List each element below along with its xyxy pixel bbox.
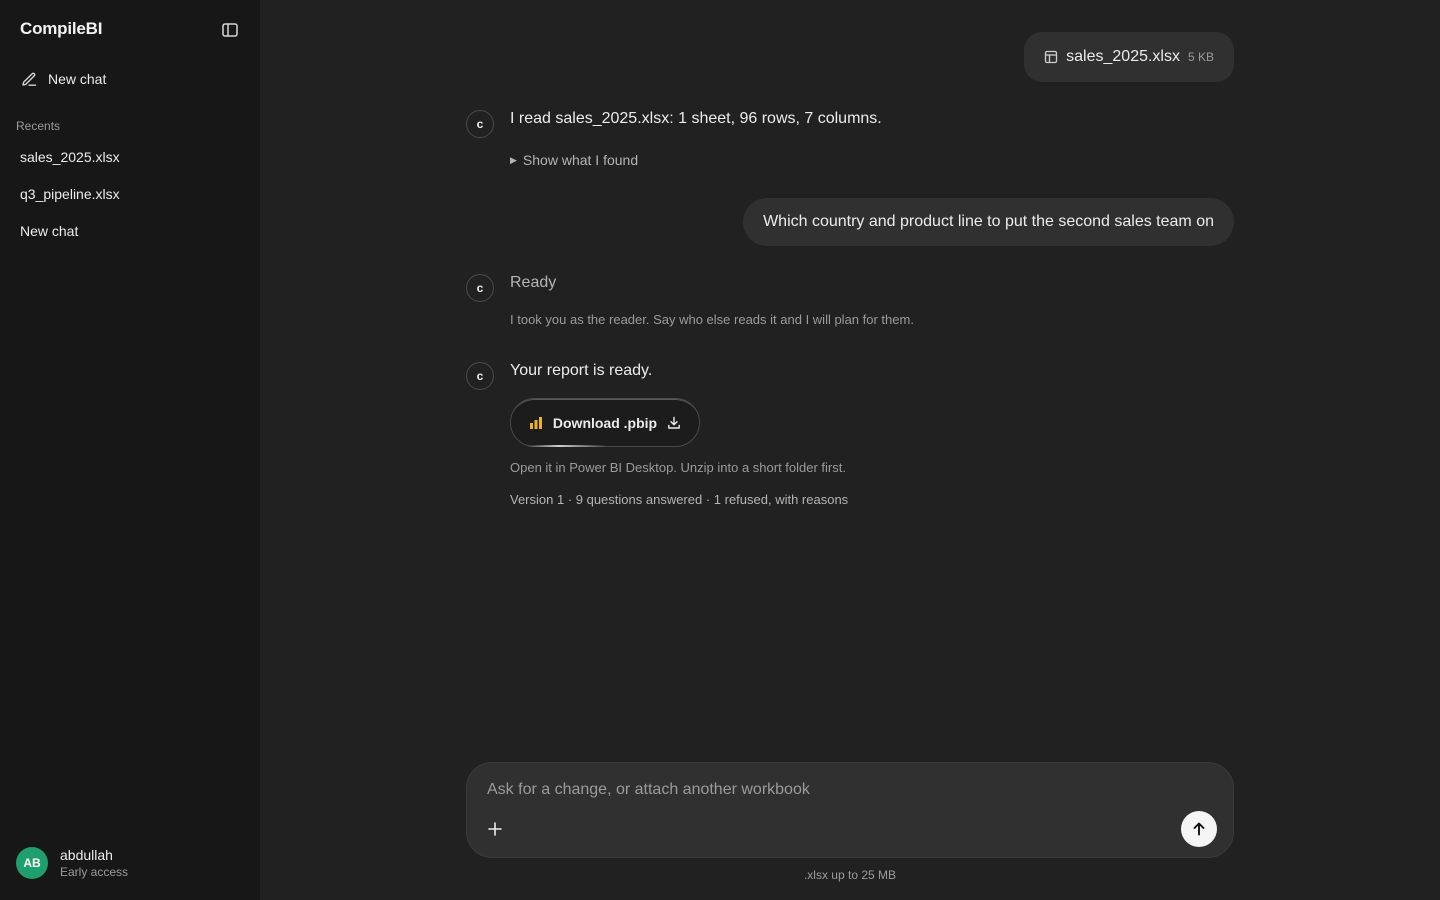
composer-hint: .xlsx up to 25 MB: [803, 868, 897, 882]
sidebar: CompileBI New chat Recents sales_2025.xl…: [0, 0, 260, 900]
new-chat-label: New chat: [48, 71, 107, 87]
pencil-icon: [22, 72, 37, 86]
assistant-avatar: c: [466, 110, 494, 138]
assistant-avatar: c: [466, 362, 494, 390]
attachment-name: sales_2025.xlsx: [1066, 48, 1180, 65]
report-ready-text: Your report is ready.: [510, 362, 653, 379]
sidebar-toggle-button[interactable]: [219, 19, 241, 41]
recents-heading: Recents: [16, 119, 61, 133]
brand-name: CompileBI: [20, 19, 103, 38]
arrow-up-icon: [1193, 822, 1205, 836]
show-found-toggle[interactable]: ▶ Show what I found: [510, 152, 638, 168]
show-found-label: Show what I found: [522, 152, 639, 168]
attachment-chip[interactable]: sales_2025.xlsx 5 KB: [1024, 32, 1234, 82]
download-pbip-button[interactable]: Download .pbip: [510, 398, 700, 447]
attachment-size: 5 KB: [1187, 50, 1214, 64]
recent-item-sales-2025[interactable]: sales_2025.xlsx: [12, 142, 248, 172]
app-root: CompileBI New chat Recents sales_2025.xl…: [0, 0, 1440, 900]
chat-main: sales_2025.xlsx 5 KB c I read sales_2025…: [260, 0, 1440, 900]
ready-title: Ready: [510, 274, 557, 291]
sidebar-toggle-icon: [222, 23, 238, 37]
disclosure-triangle-icon: ▶: [510, 154, 517, 165]
send-button[interactable]: [1181, 811, 1217, 847]
bar-chart-icon: [529, 416, 542, 429]
user-plan: Early access: [60, 865, 129, 879]
read-summary-text: I read sales_2025.xlsx: 1 sheet, 96 rows…: [510, 110, 882, 127]
plus-icon: [488, 822, 502, 836]
report-meta: Version 1 · 9 questions answered · 1 ref…: [510, 492, 849, 507]
message-composer: [466, 762, 1234, 858]
table-icon: [1044, 50, 1058, 64]
report-instructions: Open it in Power BI Desktop. Unzip into …: [510, 460, 846, 475]
new-chat-button[interactable]: New chat: [12, 64, 248, 94]
ready-subtext: I took you as the reader. Say who else r…: [510, 312, 914, 327]
avatar: AB: [16, 847, 48, 879]
recent-item-q3-pipeline[interactable]: q3_pipeline.xlsx: [12, 179, 248, 209]
user-message-bubble: Which country and product line to put th…: [743, 198, 1234, 246]
message-input[interactable]: [487, 777, 1187, 803]
recent-item-new-chat[interactable]: New chat: [12, 216, 248, 246]
user-info: abdullah Early access: [60, 846, 128, 880]
assistant-avatar: c: [466, 274, 494, 302]
user-profile[interactable]: AB abdullah Early access: [16, 846, 128, 880]
attach-button[interactable]: [485, 819, 505, 839]
user-name: abdullah: [60, 847, 113, 863]
download-icon: [668, 416, 681, 429]
download-label: Download .pbip: [552, 414, 658, 431]
